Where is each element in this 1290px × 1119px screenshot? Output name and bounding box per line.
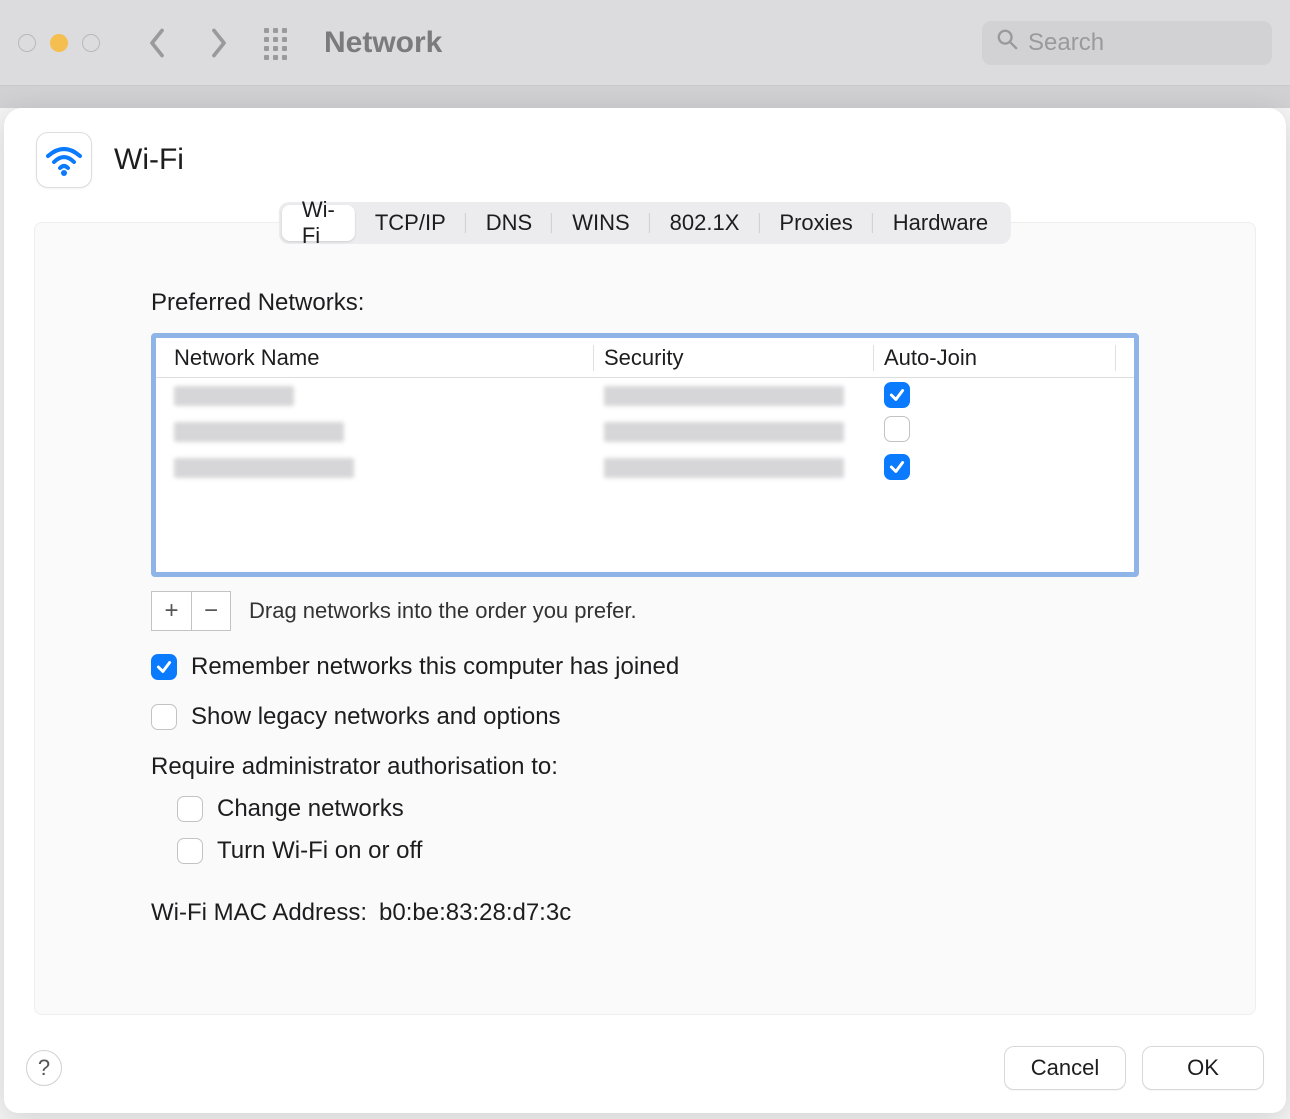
tab-bar: Wi-Fi TCP/IP DNS WINS 802.1X Proxies Har… xyxy=(279,202,1011,244)
tab-8021x[interactable]: 802.1X xyxy=(650,205,760,241)
remember-networks-label: Remember networks this computer has join… xyxy=(191,653,679,681)
wifi-icon xyxy=(36,132,92,188)
drag-hint: Drag networks into the order you prefer. xyxy=(249,598,637,624)
remember-networks-checkbox[interactable] xyxy=(151,654,177,680)
list-header: Network Name Security Auto-Join xyxy=(156,338,1134,378)
redacted-text xyxy=(174,458,354,478)
tab-proxies[interactable]: Proxies xyxy=(759,205,872,241)
help-button[interactable]: ? xyxy=(26,1050,62,1086)
col-auto-join[interactable]: Auto-Join xyxy=(874,345,1116,371)
mac-address-label: Wi-Fi MAC Address: xyxy=(151,899,367,927)
redacted-text xyxy=(604,422,844,442)
show-all-button[interactable] xyxy=(264,28,294,58)
sheet-title: Wi-Fi xyxy=(114,143,184,177)
search-placeholder: Search xyxy=(1028,29,1104,57)
remove-network-button[interactable]: − xyxy=(191,591,231,631)
zoom-window-button[interactable] xyxy=(82,34,100,52)
network-row[interactable] xyxy=(156,450,1134,486)
search-icon xyxy=(996,28,1018,57)
toolbar: Network Search xyxy=(0,0,1290,86)
search-field[interactable]: Search xyxy=(982,21,1272,65)
preferred-networks-list[interactable]: Network Name Security Auto-Join xyxy=(151,333,1139,577)
tab-wifi[interactable]: Wi-Fi xyxy=(282,205,355,241)
admin-toggle-wifi-checkbox[interactable] xyxy=(177,838,203,864)
sheet-dialog: Wi-Fi Wi-Fi TCP/IP DNS WINS 802.1X Proxi… xyxy=(4,108,1286,1113)
redacted-text xyxy=(604,458,844,478)
admin-change-networks-label: Change networks xyxy=(217,795,404,823)
close-window-button[interactable] xyxy=(18,34,36,52)
settings-panel: Wi-Fi TCP/IP DNS WINS 802.1X Proxies Har… xyxy=(34,222,1256,1015)
forward-button[interactable] xyxy=(202,26,236,60)
mac-address-value: b0:be:83:28:d7:3c xyxy=(379,899,571,927)
col-security[interactable]: Security xyxy=(594,345,874,371)
network-row[interactable] xyxy=(156,378,1134,414)
add-network-button[interactable]: + xyxy=(151,591,191,631)
show-legacy-checkbox[interactable] xyxy=(151,704,177,730)
autojoin-checkbox[interactable] xyxy=(884,382,910,408)
cancel-button[interactable]: Cancel xyxy=(1004,1046,1126,1090)
autojoin-checkbox[interactable] xyxy=(884,454,910,480)
col-network-name[interactable]: Network Name xyxy=(174,345,594,371)
show-legacy-label: Show legacy networks and options xyxy=(191,703,561,731)
network-row[interactable] xyxy=(156,414,1134,450)
ok-button[interactable]: OK xyxy=(1142,1046,1264,1090)
redacted-text xyxy=(604,386,844,406)
redacted-text xyxy=(174,386,294,406)
back-button[interactable] xyxy=(140,26,174,60)
admin-auth-label: Require administrator authorisation to: xyxy=(151,753,1139,781)
window-title: Network xyxy=(324,26,982,60)
redacted-text xyxy=(174,422,344,442)
admin-change-networks-checkbox[interactable] xyxy=(177,796,203,822)
tab-hardware[interactable]: Hardware xyxy=(873,205,1008,241)
tab-tcpip[interactable]: TCP/IP xyxy=(355,205,466,241)
admin-toggle-wifi-label: Turn Wi-Fi on or off xyxy=(217,837,422,865)
preferred-networks-label: Preferred Networks: xyxy=(151,289,1139,317)
tab-dns[interactable]: DNS xyxy=(466,205,552,241)
tab-wins[interactable]: WINS xyxy=(552,205,649,241)
minimize-window-button[interactable] xyxy=(50,34,68,52)
window-controls xyxy=(18,34,100,52)
autojoin-checkbox[interactable] xyxy=(884,416,910,442)
